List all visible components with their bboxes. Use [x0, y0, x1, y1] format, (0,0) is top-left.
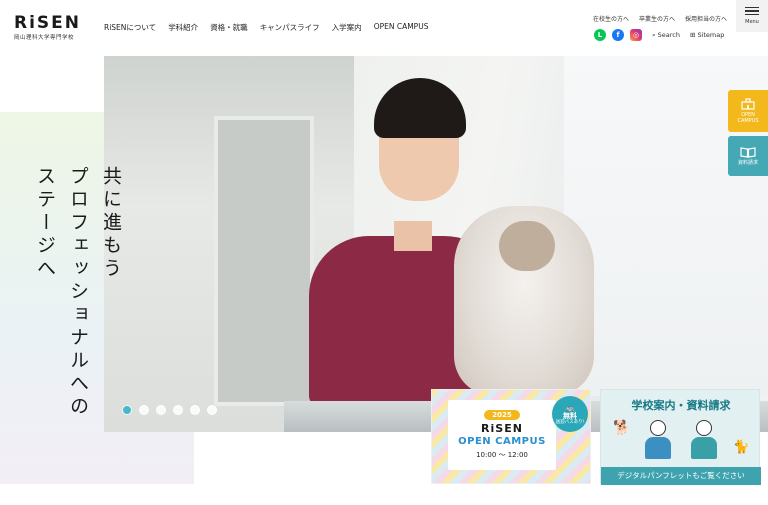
search-link[interactable]: ⌕ Search: [652, 31, 680, 40]
sitemap-link[interactable]: ⊞ Sitemap: [690, 31, 724, 39]
search-icon: ⌕: [652, 30, 656, 39]
link-current-students[interactable]: 在校生の方へ: [593, 14, 629, 23]
bus-icon: 🚌: [565, 403, 575, 412]
side-document-request-button[interactable]: 資料請求: [728, 136, 768, 176]
badge-free-label: 無料: [563, 411, 577, 420]
open-campus-brand: RiSEN: [481, 422, 523, 435]
catch-line-2: プロフェッショナルへの: [67, 166, 89, 419]
audience-nav: 在校生の方へ 卒業生の方へ 採用担当の方へ: [593, 14, 727, 23]
hero-photo-shelf: [214, 116, 314, 406]
link-recruiters[interactable]: 採用担当の方へ: [685, 14, 727, 23]
site-logo[interactable]: RiSEN 岡山理科大学専門学校: [14, 14, 86, 41]
open-campus-card: 2025 RiSEN OPEN CAMPUS 10:00 ～ 12:00: [448, 400, 556, 470]
document-request-banner[interactable]: 学校案内・資料請求 🐕 🐈 デジタルパンフレットもご覧ください: [600, 389, 761, 485]
school-building-icon: [741, 98, 755, 110]
side-document-request-label: 資料請求: [737, 160, 758, 166]
slider-pagination: [122, 405, 217, 415]
instagram-icon[interactable]: ◎: [630, 29, 642, 41]
menu-button[interactable]: Menu: [736, 0, 768, 32]
nav-open-campus[interactable]: OPEN CAMPUS: [374, 22, 429, 33]
nav-campus-life[interactable]: キャンパスライフ: [260, 22, 320, 33]
open-campus-title: OPEN CAMPUS: [458, 436, 546, 447]
slider-dot-1[interactable]: [122, 405, 132, 415]
utility-bar: L f ◎ ⌕ Search ⊞ Sitemap: [594, 29, 724, 41]
logo-subtitle: 岡山理科大学専門学校: [14, 35, 75, 41]
slider-dot-4[interactable]: [173, 405, 183, 415]
nav-about[interactable]: RiSENについて: [104, 22, 156, 33]
slider-dot-6[interactable]: [207, 405, 217, 415]
global-nav: RiSENについて 学科紹介 資格・就職 キャンパスライフ 入学案内 OPEN …: [104, 22, 428, 33]
sitemap-icon: ⊞: [689, 31, 696, 39]
side-open-campus-label: OPEN CAMPUS: [737, 112, 759, 124]
menu-label: Menu: [745, 19, 759, 26]
hero-slider[interactable]: [104, 56, 768, 432]
hero-catchcopy: 共に進もう プロフェッショナルへの ステージへ: [32, 166, 125, 419]
logo-wordmark: RiSEN: [14, 13, 82, 33]
site-header: RiSEN 岡山理科大学専門学校 RiSENについて 学科紹介 資格・就職 キャ…: [0, 0, 768, 56]
side-open-campus-button[interactable]: OPEN CAMPUS: [728, 90, 768, 132]
link-alumni[interactable]: 卒業生の方へ: [639, 14, 675, 23]
hamburger-icon: [745, 6, 759, 9]
sitemap-label: Sitemap: [697, 31, 725, 39]
slider-dot-3[interactable]: [156, 405, 166, 415]
nav-departments[interactable]: 学科紹介: [168, 22, 198, 33]
cat-illustration-icon: 🐈: [733, 440, 750, 455]
open-campus-banner[interactable]: 2025 RiSEN OPEN CAMPUS 10:00 ～ 12:00 🚌 無…: [431, 389, 591, 484]
student-figure-icon: [691, 420, 717, 460]
nav-admissions[interactable]: 入学案内: [332, 22, 362, 33]
open-campus-time: 10:00 ～ 12:00: [476, 451, 528, 459]
free-bus-badge: 🚌 無料 送迎バスあり!: [552, 396, 588, 432]
open-campus-year: 2025: [484, 410, 520, 420]
line-icon[interactable]: L: [594, 29, 606, 41]
dog-illustration-icon: 🐕: [613, 420, 631, 436]
nav-qualifications[interactable]: 資格・就職: [210, 22, 248, 33]
facebook-icon[interactable]: f: [612, 29, 624, 41]
catch-line-3: ステージへ: [34, 166, 56, 281]
search-label: Search: [657, 31, 680, 39]
catch-line-1: 共に進もう: [100, 166, 122, 281]
open-book-icon: [740, 147, 756, 158]
digital-pamphlet-link[interactable]: デジタルパンフレットもご覧ください: [601, 467, 761, 485]
slider-dot-5[interactable]: [190, 405, 200, 415]
badge-bus-label: 送迎バスあり!: [555, 419, 585, 425]
slider-dot-2[interactable]: [139, 405, 149, 415]
document-request-title: 学校案内・資料請求: [631, 399, 731, 412]
student-figure-icon: [645, 420, 671, 460]
